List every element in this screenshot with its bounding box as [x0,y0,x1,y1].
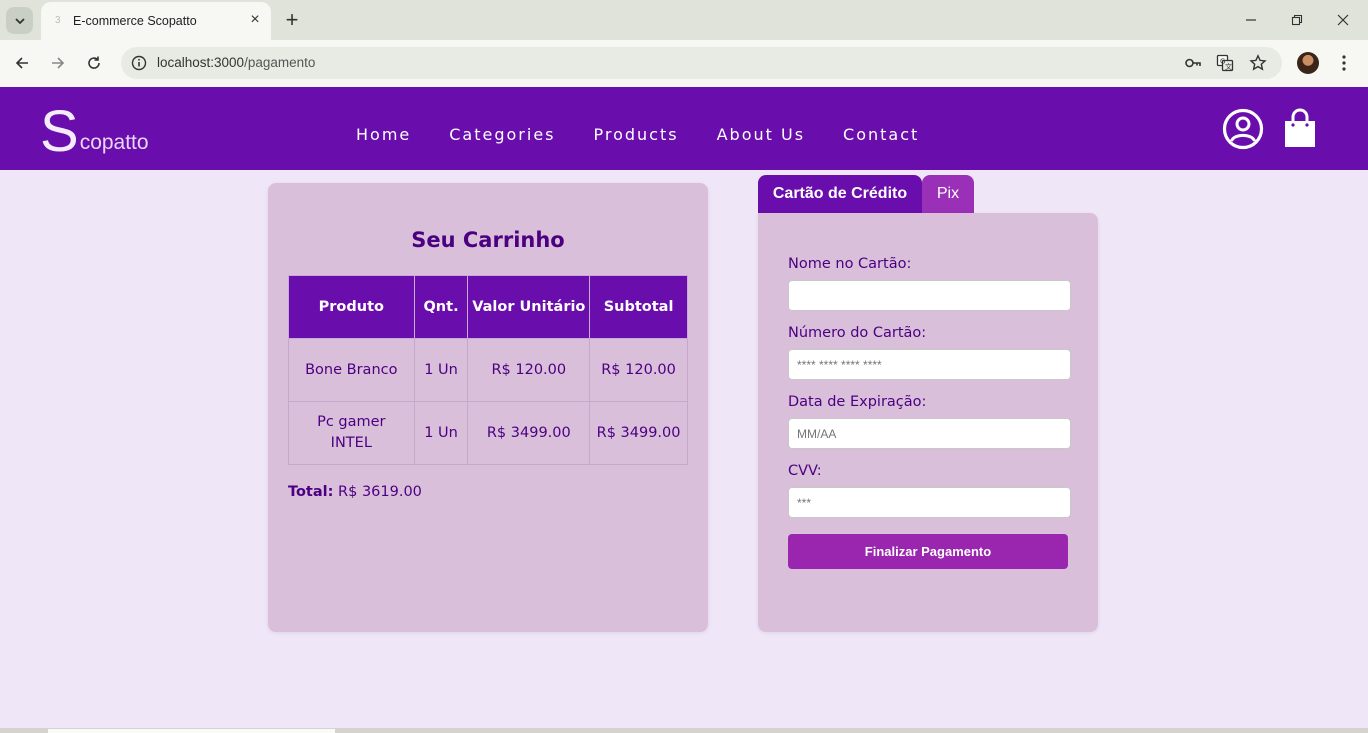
close-window-button[interactable] [1331,8,1355,32]
site-info-icon[interactable] [129,53,149,73]
chevron-down-icon [14,17,25,24]
expiry-date-label: Data de Expiração: [788,394,927,410]
cvv-label: CVV: [788,463,822,479]
nav-products[interactable]: Products [594,125,679,144]
tab-search-button[interactable] [6,7,33,34]
url-path: /pagamento [244,55,316,70]
nav-categories[interactable]: Categories [449,125,555,144]
expiry-date-input[interactable] [788,418,1071,449]
arrow-left-icon [15,57,28,69]
header-subtotal: Subtotal [589,275,688,339]
logo-text: copatto [79,131,149,154]
main-nav: Home Categories Products About Us Contac… [356,125,957,144]
back-button[interactable] [11,52,33,74]
cart-panel: Seu Carrinho Produto Qnt. Valor Unitário… [268,183,708,632]
cart-title: Seu Carrinho [411,228,565,252]
card-name-label: Nome no Cartão: [788,256,912,272]
url-host: localhost:3000 [157,55,245,70]
cart-total: Total: R$ 3619.00 [288,484,422,500]
cart-table: Produto Qnt. Valor Unitário Subtotal Bon… [288,275,688,465]
reload-button[interactable] [83,52,105,74]
header-qnt: Qnt. [413,275,469,339]
nav-home[interactable]: Home [356,125,411,144]
browser-tab-strip: 3 E-commerce Scopatto × + [0,0,1368,40]
taskbar-strip [0,728,1368,733]
card-number-label: Número do Cartão: [788,325,927,341]
cell-valor-unitario: R$ 3499.00 [467,401,591,465]
cell-produto: Pc gamer INTEL [288,401,415,465]
cell-subtotal: R$ 3499.00 [589,401,688,465]
tab-close-icon[interactable]: × [247,12,263,28]
card-name-input[interactable] [788,280,1071,311]
user-circle-icon[interactable] [1222,108,1264,155]
browser-tab-active[interactable]: 3 E-commerce Scopatto × [41,2,271,40]
shopping-bag-icon[interactable] [1281,108,1319,155]
password-key-icon[interactable] [1183,53,1203,73]
cvv-input[interactable] [788,487,1071,518]
minimize-icon [1246,19,1256,21]
header-valor-unitario: Valor Unitário [467,275,591,339]
browser-menu-button[interactable] [1333,52,1355,74]
forward-button[interactable] [47,52,69,74]
url-text[interactable]: localhost:3000/pagamento [157,55,315,70]
reload-icon [88,56,100,69]
cell-qnt: 1 Un [413,401,469,465]
new-tab-button[interactable]: + [282,9,302,31]
cell-subtotal: R$ 120.00 [589,338,688,402]
logo-initial: S [40,99,79,164]
minimize-button[interactable] [1239,8,1263,32]
close-icon [1337,14,1349,26]
site-header: Scopatto Home Categories Products About … [0,87,1368,170]
cell-produto: Bone Branco [288,338,415,402]
payment-form: Nome no Cartão: Número do Cartão: Data d… [758,213,1098,632]
nav-contact[interactable]: Contact [843,125,919,144]
tab-cartao-de-credito[interactable]: Cartão de Crédito [758,175,922,213]
nav-about-us[interactable]: About Us [717,125,805,144]
taskbar-segment [48,729,335,733]
header-produto: Produto [288,275,415,339]
cart-table-header: Produto Qnt. Valor Unitário Subtotal [288,275,688,339]
bookmark-star-icon[interactable] [1248,53,1268,73]
profile-avatar[interactable] [1297,52,1319,74]
card-number-input[interactable] [788,349,1071,380]
translate-icon[interactable]: G文 [1215,53,1235,73]
tab-favicon-icon: 3 [55,15,61,26]
total-value: R$ 3619.00 [338,484,422,500]
table-row: Pc gamer INTEL 1 Un R$ 3499.00 R$ 3499.0… [288,401,688,465]
restore-icon [1291,14,1303,26]
browser-toolbar: localhost:3000/pagamento G文 [0,40,1368,87]
cell-qnt: 1 Un [413,338,469,402]
svg-text:文: 文 [1225,62,1232,71]
total-label: Total: [288,484,334,500]
table-row: Bone Branco 1 Un R$ 120.00 R$ 120.00 [288,338,688,402]
restore-button[interactable] [1285,8,1309,32]
tab-title: E-commerce Scopatto [73,14,197,28]
finalize-payment-button[interactable]: Finalizar Pagamento [788,534,1068,569]
more-vertical-icon [1342,55,1346,71]
arrow-right-icon [52,57,65,69]
site-logo[interactable]: Scopatto [40,103,149,161]
tab-pix[interactable]: Pix [922,175,974,213]
cell-valor-unitario: R$ 120.00 [467,338,591,402]
address-bar[interactable]: localhost:3000/pagamento G文 [121,47,1282,79]
